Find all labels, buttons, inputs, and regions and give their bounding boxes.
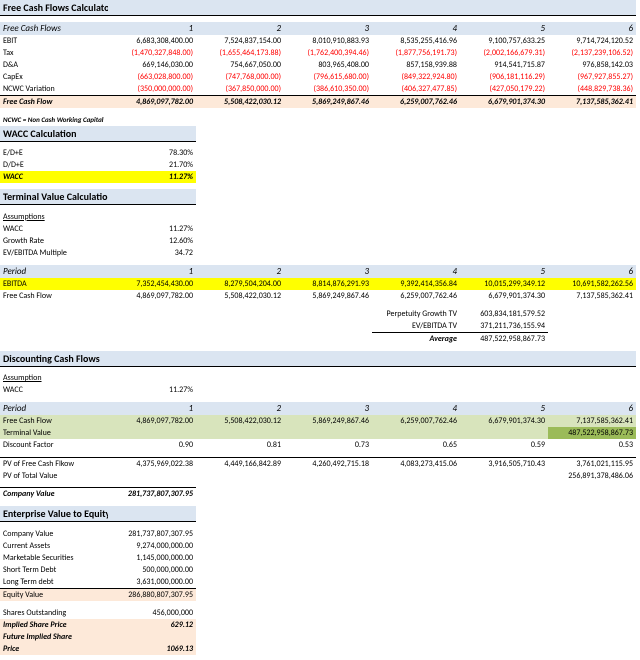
period-6: 6 <box>548 22 636 35</box>
spreadsheet: Free Cash Flows Calculator Free Cash Flo… <box>0 0 636 655</box>
row-tax-label: Tax <box>0 47 108 59</box>
ebit-1: 6,683,308,400.00 <box>108 35 196 47</box>
ev-ebitda-tv-label: EV/EBITDA TV <box>372 320 460 333</box>
current-assets-label: Current Assets <box>0 540 108 552</box>
period-4: 4 <box>372 22 460 35</box>
avg-value: 487,522,958,867.73 <box>460 332 548 345</box>
future-implied-label: Future Implied Share <box>0 631 108 643</box>
wacc-label: WACC <box>0 171 108 183</box>
period-3: 3 <box>284 22 372 35</box>
future-implied-val: 1069.13 <box>108 643 196 655</box>
shares-val: 456,000,000 <box>108 607 196 619</box>
ebitda-label: EBITDA <box>0 278 108 290</box>
section-ev: Enterprise Value to Equity Value <box>0 506 108 522</box>
shares-label: Shares Outstanding <box>0 607 108 619</box>
wacc-value: 11.27% <box>108 171 196 183</box>
pvfcf-label: PV of Free Cash Flkow <box>0 457 108 470</box>
period-2: 2 <box>196 22 284 35</box>
dcf-period-label: Period <box>0 402 108 415</box>
fcf2-label: Free Cash Flow <box>0 290 108 302</box>
company-val-label: Company Value <box>0 488 108 501</box>
row-ncwc-label: NCWC Variation <box>0 83 108 96</box>
row-ebit-label: EBIT <box>0 35 108 47</box>
section-fcf: Free Cash Flows Calculator <box>0 0 108 16</box>
std-label: Short Term Debt <box>0 564 108 576</box>
implied-price-label: Implied Share Price <box>0 619 108 631</box>
multiple-label: EV/EBITDA Multiple <box>0 247 108 259</box>
fcf-total-label: Free Cash Flow <box>0 95 108 108</box>
ede-label: E/D+E <box>0 147 108 159</box>
equity-val: 286,880,807,307.95 <box>108 588 196 601</box>
ltd-label: Long Term debt <box>0 576 108 589</box>
row-capex-label: CapEx <box>0 71 108 83</box>
dde-label: D/D+E <box>0 159 108 171</box>
section-tv: Terminal Value Calculation <box>0 189 108 205</box>
ncwc-note: NCWC = Non Cash Working Capital <box>0 114 108 126</box>
row-da-label: D&A <box>0 59 108 71</box>
tv-wacc-label: WACC <box>0 223 108 235</box>
section-wacc: WACC Calculation <box>0 126 108 142</box>
period-5: 5 <box>460 22 548 35</box>
dcf-fcf-label: Free Cash Flow <box>0 415 108 427</box>
avg-label: Average <box>372 332 460 345</box>
pvtv-val: 256,891,378,486.06 <box>548 470 636 482</box>
section-dcf: Discounting Cash Flows <box>0 351 108 367</box>
implied-price-val: 629.12 <box>108 619 196 631</box>
price-label: Price <box>0 643 108 655</box>
term-val-label: Terminal Value <box>0 427 108 439</box>
period-1: 1 <box>108 22 196 35</box>
dcf-assumption-label: Assumption <box>0 372 108 384</box>
company-val: 281,737,807,307.95 <box>108 488 196 501</box>
ev-company-label: Company Value <box>0 528 108 540</box>
assumptions-label: Assumptions <box>0 211 108 223</box>
marketable-label: Marketable Securities <box>0 552 108 564</box>
disc-label: Discount Factor <box>0 439 108 451</box>
growth-label: Growth Rate <box>0 235 108 247</box>
pvtv-label: PV of Total Value <box>0 470 108 482</box>
perp-tv-label: Perpetuity Growth TV <box>372 308 460 320</box>
dcf-wacc-label: WACC <box>0 384 108 396</box>
equity-label: Equity Value <box>0 588 108 601</box>
period-label: Period <box>0 265 108 278</box>
fcf-subhead: Free Cash Flows <box>0 22 108 35</box>
term-val: 487,522,958,867.73 <box>548 427 636 439</box>
